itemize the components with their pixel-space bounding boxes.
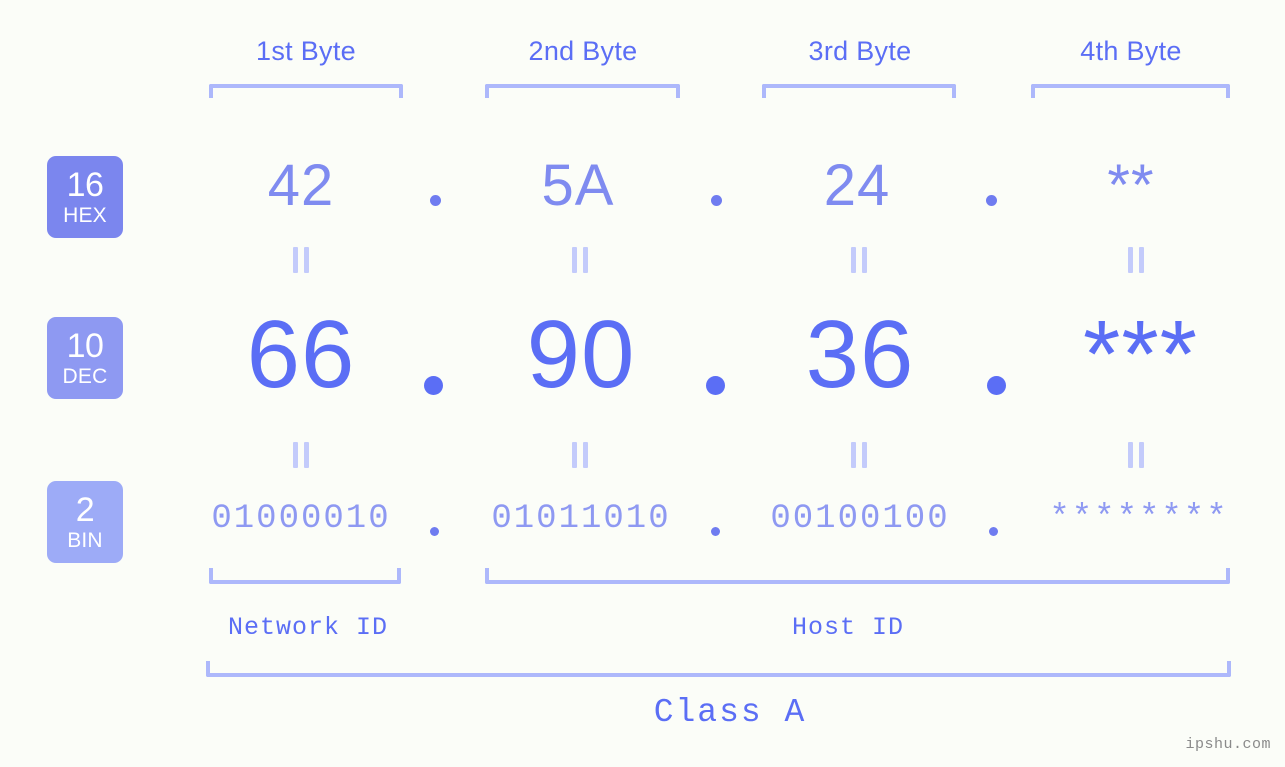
- hex-byte-4: **: [1107, 153, 1155, 218]
- ip-byte-diagram: 1st Byte 2nd Byte 3rd Byte 4th Byte 16 H…: [0, 0, 1285, 767]
- byte-bracket-3: [762, 84, 956, 98]
- equals-marker-hex-dec-1: [290, 247, 312, 273]
- hex-separator-2: [711, 195, 722, 206]
- equals-marker-dec-bin-3: [848, 442, 870, 468]
- base-badge-hex-number: 16: [66, 166, 104, 204]
- byte-bracket-4: [1031, 84, 1230, 98]
- equals-marker-hex-dec-4: [1125, 247, 1147, 273]
- equals-marker-dec-bin-1: [290, 442, 312, 468]
- equals-marker-hex-dec-2: [569, 247, 591, 273]
- bin-byte-2: 01011010: [491, 500, 671, 538]
- base-badge-dec-name: DEC: [62, 365, 108, 388]
- bin-separator-1: [430, 527, 439, 536]
- hex-byte-1: 42: [267, 153, 335, 218]
- byte-bracket-1: [209, 84, 403, 98]
- equals-marker-hex-dec-3: [848, 247, 870, 273]
- dec-byte-1: 66: [246, 301, 356, 408]
- site-watermark: ipshu.com: [1185, 736, 1271, 753]
- dec-separator-3: [987, 376, 1006, 395]
- byte-header-3: 3rd Byte: [808, 36, 912, 66]
- dec-separator-2: [706, 376, 725, 395]
- dec-separator-1: [424, 376, 443, 395]
- byte-header-1: 1st Byte: [256, 36, 356, 66]
- base-badge-bin-name: BIN: [67, 529, 103, 552]
- byte-bracket-2: [485, 84, 680, 98]
- bin-byte-1: 01000010: [211, 500, 391, 538]
- dec-byte-3: 36: [805, 301, 915, 408]
- base-badge-bin: 2 BIN: [47, 481, 123, 563]
- dec-byte-4: ***: [1082, 301, 1199, 408]
- network-id-bracket: [209, 568, 401, 584]
- base-badge-hex: 16 HEX: [47, 156, 123, 238]
- bin-separator-2: [711, 527, 720, 536]
- byte-header-4: 4th Byte: [1080, 36, 1182, 66]
- base-badge-dec-number: 10: [66, 327, 104, 365]
- bin-byte-3: 00100100: [770, 500, 950, 538]
- base-badge-bin-number: 2: [75, 491, 95, 529]
- equals-marker-dec-bin-2: [569, 442, 591, 468]
- hex-separator-1: [430, 195, 441, 206]
- host-id-bracket: [485, 568, 1230, 584]
- base-badge-dec: 10 DEC: [47, 317, 123, 399]
- hex-byte-3: 24: [823, 153, 891, 218]
- host-id-label: Host ID: [791, 613, 905, 642]
- byte-header-2: 2nd Byte: [528, 36, 638, 66]
- hex-byte-2: 5A: [541, 153, 615, 218]
- bin-separator-3: [989, 527, 998, 536]
- base-badge-hex-name: HEX: [63, 204, 107, 227]
- dec-byte-2: 90: [526, 301, 636, 408]
- class-bracket: [206, 661, 1231, 677]
- hex-separator-3: [986, 195, 997, 206]
- class-label: Class A: [653, 694, 807, 731]
- equals-marker-dec-bin-4: [1125, 442, 1147, 468]
- network-id-label: Network ID: [227, 613, 389, 642]
- bin-byte-4: ********: [1049, 500, 1229, 538]
